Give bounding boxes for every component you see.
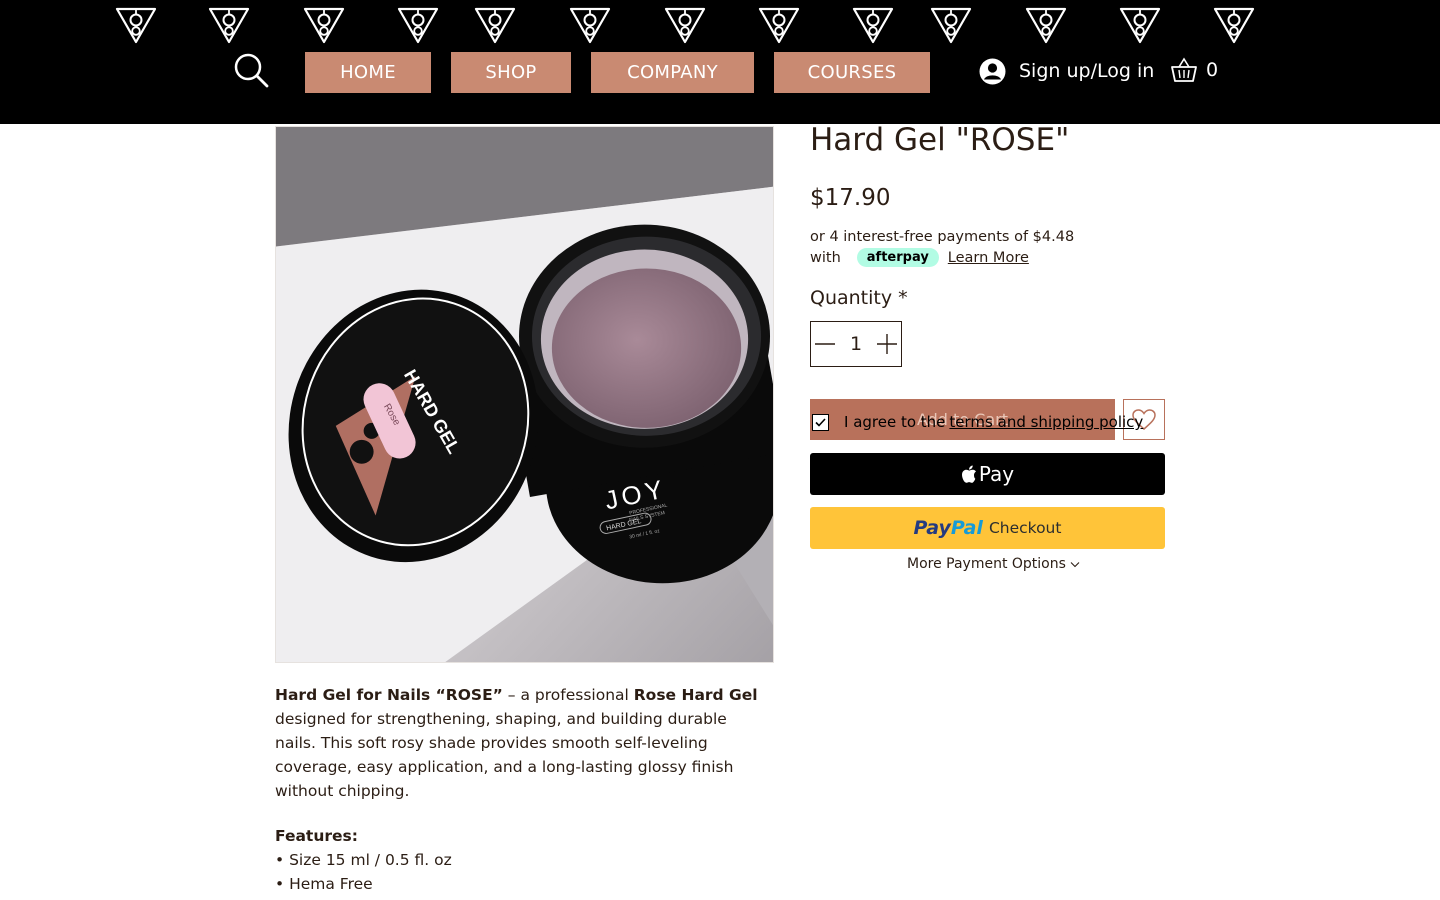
logo-row: [0, 6, 1440, 46]
afterpay-brand: afterpay: [866, 250, 929, 265]
chevron-down-icon: [1070, 561, 1080, 567]
nav-company[interactable]: COMPANY: [591, 52, 754, 93]
paypal-logo-pay: Pay: [913, 517, 951, 539]
brand-logo-icon[interactable]: [208, 6, 250, 44]
brand-logo-icon[interactable]: [397, 6, 439, 44]
brand-logo-icon[interactable]: [1119, 6, 1161, 44]
quantity-label: Quantity *: [810, 287, 908, 309]
afterpay-row: with afterpay Learn More: [810, 248, 1029, 267]
product-price: $17.90: [810, 185, 891, 211]
apple-pay-label: Pay: [978, 462, 1015, 486]
terms-checkbox[interactable]: [812, 413, 829, 431]
terms-agreement: I agree to the terms and shipping policy: [812, 413, 1143, 431]
desc-bold-1: Hard Gel for Nails “ROSE”: [275, 686, 503, 704]
features-title: Features:: [275, 827, 358, 845]
login-label: Sign up/Log in: [1019, 60, 1155, 82]
more-payment-options[interactable]: More Payment Options: [907, 556, 1080, 572]
product-image[interactable]: HARD GEL Rose JOY PROFESSIONAL NAILS SYS…: [275, 126, 774, 663]
nav-home[interactable]: HOME: [305, 52, 431, 93]
feature-item: • Size 15 ml / 0.5 fl. oz: [275, 851, 452, 869]
feature-item: • Hema Free: [275, 875, 373, 893]
quantity-stepper: [810, 321, 902, 367]
login-button[interactable]: Sign up/Log in: [979, 55, 1154, 87]
nav-shop[interactable]: SHOP: [451, 52, 571, 93]
learn-more-link[interactable]: Learn More: [948, 250, 1029, 266]
more-payment-label: More Payment Options: [907, 556, 1066, 572]
afterpay-with: with: [810, 249, 841, 266]
brand-logo-icon[interactable]: [1213, 6, 1255, 44]
brand-logo-icon[interactable]: [1025, 6, 1067, 44]
cart-count: 0: [1206, 59, 1219, 81]
afterpay-text: or 4 interest-free payments of $4.48: [810, 229, 1075, 245]
check-icon: [815, 417, 826, 427]
brand-logo-icon[interactable]: [930, 6, 972, 44]
brand-logo-icon[interactable]: [569, 6, 611, 44]
paypal-checkout-button[interactable]: Pay Pal Checkout: [810, 507, 1165, 549]
brand-logo-icon[interactable]: [474, 6, 516, 44]
paypal-logo-pal: Pal: [950, 517, 983, 539]
search-icon[interactable]: [232, 51, 270, 89]
desc-bold-2: Rose Hard Gel: [633, 686, 758, 704]
quantity-label-text: Quantity: [810, 287, 893, 309]
plus-icon[interactable]: [873, 322, 901, 366]
apple-icon: [961, 465, 976, 483]
product-title: Hard Gel "ROSE": [810, 122, 1070, 158]
product-description: Hard Gel for Nails “ROSE” – a profession…: [275, 683, 770, 803]
terms-link[interactable]: terms and shipping policy: [949, 413, 1143, 431]
brand-logo-icon[interactable]: [664, 6, 706, 44]
brand-logo-icon[interactable]: [852, 6, 894, 44]
nav-courses[interactable]: COURSES: [774, 52, 930, 93]
apple-pay-button[interactable]: Pay: [810, 453, 1165, 495]
site-header: HOME SHOP COMPANY COURSES Sign up/Log in…: [0, 0, 1440, 124]
brand-logo-icon[interactable]: [303, 6, 345, 44]
brand-logo-icon[interactable]: [115, 6, 157, 44]
cart-basket-icon: [1171, 57, 1197, 82]
desc-text-2: designed for strengthening, shaping, and…: [275, 710, 734, 800]
minus-icon[interactable]: [811, 322, 839, 366]
quantity-input[interactable]: [839, 332, 873, 356]
required-asterisk: *: [898, 287, 908, 309]
cart-button[interactable]: 0: [1170, 53, 1218, 87]
afterpay-badge: afterpay: [856, 248, 939, 267]
desc-text-1: – a professional: [502, 686, 634, 704]
brand-logo-icon[interactable]: [758, 6, 800, 44]
paypal-checkout-label: Checkout: [988, 519, 1062, 537]
user-avatar-icon: [979, 58, 1006, 84]
agree-text: I agree to the: [844, 413, 946, 431]
